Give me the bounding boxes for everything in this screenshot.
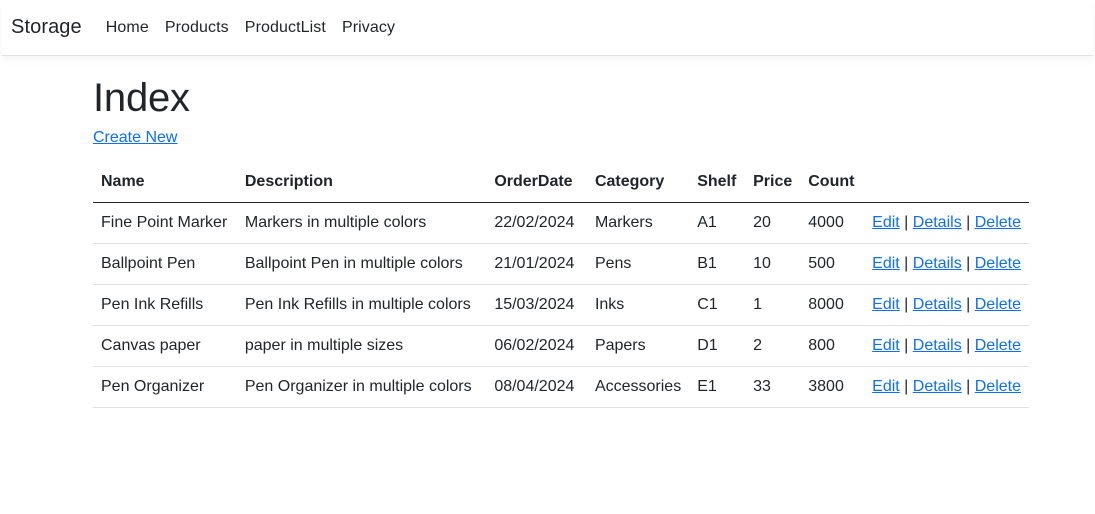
cell-order-date: 21/01/2024: [486, 243, 587, 285]
cell-count: 4000: [800, 202, 865, 244]
delete-link[interactable]: Delete: [975, 296, 1021, 313]
separator: |: [904, 296, 909, 313]
cell-category: Markers: [586, 202, 690, 244]
table-row: Pen Ink Refills Pen Ink Refills in multi…: [93, 284, 1029, 326]
nav-link-productlist[interactable]: ProductList: [245, 19, 326, 37]
cell-shelf: B1: [689, 243, 746, 285]
header-shelf: Shelf: [689, 164, 746, 203]
cell-actions: Edit | Details | Delete: [864, 243, 1029, 285]
header-description: Description: [236, 164, 487, 203]
details-link[interactable]: Details: [913, 214, 962, 231]
cell-price: 2: [745, 325, 801, 367]
cell-actions: Edit | Details | Delete: [864, 325, 1029, 367]
cell-name: Canvas paper: [93, 325, 237, 367]
cell-name: Pen Organizer: [93, 366, 237, 408]
header-category: Category: [586, 164, 690, 203]
navbar: Storage Home Products ProductList Privac…: [2, 0, 1093, 56]
cell-order-date: 06/02/2024: [486, 325, 587, 367]
table-row: Canvas paper paper in multiple sizes 06/…: [93, 325, 1029, 367]
edit-link[interactable]: Edit: [872, 378, 900, 395]
cell-price: 1: [745, 284, 801, 326]
cell-shelf: C1: [689, 284, 746, 326]
separator: |: [966, 337, 971, 354]
delete-link[interactable]: Delete: [975, 214, 1021, 231]
cell-shelf: D1: [689, 325, 746, 367]
cell-description: Pen Ink Refills in multiple colors: [236, 284, 487, 326]
cell-name: Pen Ink Refills: [93, 284, 237, 326]
cell-description: Ballpoint Pen in multiple colors: [236, 243, 487, 285]
cell-count: 8000: [800, 284, 865, 326]
brand-link[interactable]: Storage: [11, 16, 82, 39]
separator: |: [904, 378, 909, 395]
cell-name: Ballpoint Pen: [93, 243, 237, 285]
products-table: Name Description OrderDate Category Shel…: [93, 164, 1029, 408]
cell-category: Pens: [586, 243, 690, 285]
main-content: Index Create New Name Description OrderD…: [93, 70, 1029, 408]
cell-category: Inks: [586, 284, 690, 326]
separator: |: [904, 337, 909, 354]
cell-shelf: A1: [689, 202, 746, 244]
details-link[interactable]: Details: [913, 378, 962, 395]
separator: |: [904, 214, 909, 231]
cell-category: Papers: [586, 325, 690, 367]
details-link[interactable]: Details: [913, 337, 962, 354]
nav-link-home[interactable]: Home: [106, 19, 149, 37]
delete-link[interactable]: Delete: [975, 337, 1021, 354]
cell-description: Pen Organizer in multiple colors: [236, 366, 487, 408]
cell-order-date: 15/03/2024: [486, 284, 587, 326]
edit-link[interactable]: Edit: [872, 214, 900, 231]
cell-description: paper in multiple sizes: [236, 325, 487, 367]
header-price: Price: [745, 164, 801, 203]
separator: |: [904, 255, 909, 272]
edit-link[interactable]: Edit: [872, 337, 900, 354]
cell-count: 500: [800, 243, 865, 285]
details-link[interactable]: Details: [913, 255, 962, 272]
nav-link-privacy[interactable]: Privacy: [342, 19, 395, 37]
cell-description: Markers in multiple colors: [236, 202, 487, 244]
table-header-row: Name Description OrderDate Category Shel…: [93, 164, 1029, 203]
nav-link-products[interactable]: Products: [165, 19, 229, 37]
cell-price: 20: [745, 202, 801, 244]
page-title: Index: [93, 76, 190, 120]
header-actions: [864, 164, 1029, 203]
create-new-link[interactable]: Create New: [93, 129, 177, 147]
separator: |: [966, 214, 971, 231]
cell-actions: Edit | Details | Delete: [864, 202, 1029, 244]
cell-category: Accessories: [586, 366, 690, 408]
separator: |: [966, 296, 971, 313]
cell-order-date: 08/04/2024: [486, 366, 587, 408]
header-orderdate: OrderDate: [486, 164, 587, 203]
cell-name: Fine Point Marker: [93, 202, 237, 244]
delete-link[interactable]: Delete: [975, 378, 1021, 395]
delete-link[interactable]: Delete: [975, 255, 1021, 272]
cell-count: 3800: [800, 366, 865, 408]
header-count: Count: [800, 164, 865, 203]
cell-count: 800: [800, 325, 865, 367]
cell-actions: Edit | Details | Delete: [864, 366, 1029, 408]
details-link[interactable]: Details: [913, 296, 962, 313]
cell-price: 10: [745, 243, 801, 285]
table-row: Ballpoint Pen Ballpoint Pen in multiple …: [93, 243, 1029, 285]
cell-order-date: 22/02/2024: [486, 202, 587, 244]
table-row: Pen Organizer Pen Organizer in multiple …: [93, 366, 1029, 408]
edit-link[interactable]: Edit: [872, 296, 900, 313]
cell-price: 33: [745, 366, 801, 408]
table-row: Fine Point Marker Markers in multiple co…: [93, 202, 1029, 244]
header-name: Name: [93, 164, 237, 203]
cell-shelf: E1: [689, 366, 746, 408]
separator: |: [966, 378, 971, 395]
separator: |: [966, 255, 971, 272]
edit-link[interactable]: Edit: [872, 255, 900, 272]
cell-actions: Edit | Details | Delete: [864, 284, 1029, 326]
